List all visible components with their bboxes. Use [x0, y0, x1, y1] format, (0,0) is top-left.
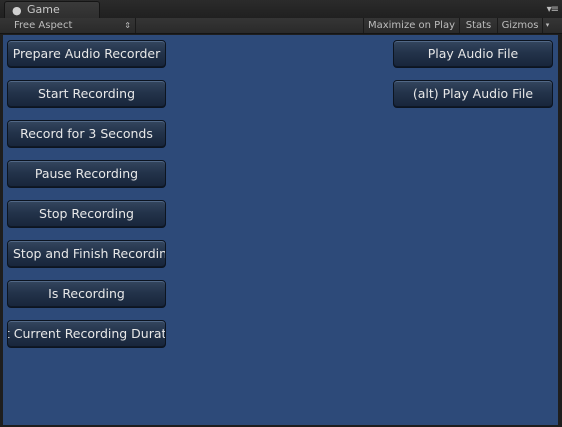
get-current-recording-duration-button[interactable]: Get Current Recording Duration: [7, 320, 166, 348]
get-current-recording-duration-label: Get Current Recording Duration: [8, 326, 166, 341]
is-recording-button[interactable]: Is Recording: [7, 280, 166, 308]
tab-strip: ● Game ▾≡: [0, 0, 562, 18]
record-for-3-seconds-button[interactable]: Record for 3 Seconds: [7, 120, 166, 148]
start-recording-button[interactable]: Start Recording: [7, 80, 166, 108]
updown-arrows-icon: ⇕: [124, 21, 131, 30]
alt-play-audio-file-button[interactable]: (alt) Play Audio File: [393, 80, 553, 108]
aspect-dropdown[interactable]: Free Aspect ⇕: [4, 18, 136, 33]
pacman-icon: ●: [12, 4, 22, 17]
stats-toggle[interactable]: Stats: [459, 18, 497, 33]
chevron-down-icon[interactable]: ▾: [542, 18, 552, 33]
tab-game[interactable]: ● Game: [4, 1, 100, 18]
gizmos-toggle[interactable]: Gizmos ▾: [497, 18, 552, 33]
prepare-audio-recorder-button[interactable]: Prepare Audio Recorder: [7, 40, 166, 68]
tab-title: Game: [27, 3, 60, 16]
game-window: ● Game ▾≡ Free Aspect ⇕ Maximize on Play…: [0, 0, 562, 427]
game-toolbar: Free Aspect ⇕ Maximize on Play Stats Giz…: [0, 18, 562, 34]
play-audio-file-button[interactable]: Play Audio File: [393, 40, 553, 68]
hamburger-menu-icon[interactable]: ▾≡: [547, 5, 559, 15]
aspect-label: Free Aspect: [14, 20, 73, 31]
pause-recording-button[interactable]: Pause Recording: [7, 160, 166, 188]
maximize-on-play-toggle[interactable]: Maximize on Play: [363, 18, 459, 33]
stop-and-finish-recording-button[interactable]: Stop and Finish Recording: [7, 240, 166, 268]
gizmos-label: Gizmos: [501, 20, 539, 31]
stop-recording-button[interactable]: Stop Recording: [7, 200, 166, 228]
game-viewport: Prepare Audio Recorder Start Recording R…: [3, 35, 558, 425]
